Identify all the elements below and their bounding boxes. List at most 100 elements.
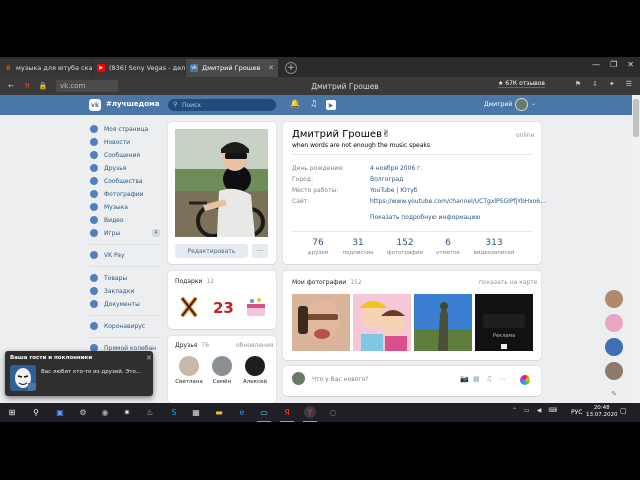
avatar[interactable] [605,290,623,308]
gift-cake-icon[interactable] [244,295,266,317]
notification-toast[interactable]: Ваша гости и поклонники ✕ Вас любит кто-… [5,351,153,396]
notifications-bell-icon[interactable]: 🔔 [290,99,300,108]
menu-item-my-page[interactable]: Моя страница [90,124,148,134]
play-icon[interactable]: ▶ [326,100,336,110]
search-input[interactable]: ⚲ Поиск [168,99,276,111]
stat-tags[interactable]: 6 отметок [424,238,472,256]
new-tab-button[interactable]: + [285,62,297,74]
music-icon[interactable]: ♫ [310,99,317,108]
menu-item-photos[interactable]: Фотографии [90,189,144,199]
brightness-app-icon[interactable]: ✷ [121,406,133,418]
edit-profile-button[interactable]: Редактировать [175,244,248,258]
keyboard-icon[interactable]: ⌨ [548,407,557,414]
menu-item-games[interactable]: Игры 4 [90,228,160,238]
windows-start-icon[interactable]: ⊞ [6,406,18,418]
network-icon[interactable]: ▭ [524,407,530,414]
scrollbar-thumb[interactable] [633,99,639,137]
url-field[interactable]: vk.com [56,80,118,92]
chevron-down-icon[interactable]: ⌄ [531,100,536,107]
restore-button[interactable]: ❐ [610,60,617,69]
video-thumbnail[interactable]: Реклама [475,294,533,351]
menu-item-messages[interactable]: Сообщения [90,150,140,160]
show-details-link[interactable]: Показать подробную информацию [370,214,480,221]
music-icon[interactable]: ♫ [486,375,492,383]
friend-item[interactable]: Светлана [175,356,203,385]
friend-item[interactable]: Семён [208,356,236,385]
yandex-app-icon[interactable]: Я [281,406,293,418]
skype-app-icon[interactable]: S [168,406,180,418]
city-value[interactable]: Волгоград [370,176,403,183]
menu-item-vkpay[interactable]: VK Pay [90,250,125,260]
video-editor-icon[interactable]: ▭ [258,406,270,418]
avatar[interactable] [515,98,528,111]
menu-item-goods[interactable]: Товары [90,273,127,283]
chevron-up-icon[interactable]: ⌃ [512,407,517,414]
new-post-input[interactable]: Что у Вас нового? [312,376,368,383]
more-actions-button[interactable]: ··· [252,244,268,258]
menu-icon[interactable]: ☰ [626,80,632,88]
stat-followers[interactable]: 31 подписчик [334,238,382,256]
menu-item-communities[interactable]: Сообщества [90,176,143,186]
menu-item-video[interactable]: Видео [90,215,124,225]
vk-brand[interactable]: #лучшедома [106,100,159,108]
vk-logo-icon[interactable]: vk [89,99,101,111]
yandex-home-icon[interactable]: Я [22,82,32,90]
close-tab-icon[interactable]: ✕ [268,64,274,72]
avatar[interactable] [605,362,623,380]
browser-tab[interactable]: Я музыка для ютуба скачать ✕ [0,59,92,77]
more-icon[interactable]: ⋯ [499,375,506,383]
menu-item-documents[interactable]: Документы [90,299,140,309]
close-window-button[interactable]: ✕ [627,60,634,69]
gifts-title[interactable]: Подарки 12 [175,278,214,285]
friend-item[interactable]: Алексей [241,356,269,385]
gift-23-icon[interactable]: 23 [212,296,234,318]
settings-app-icon[interactable]: ⚙ [77,406,89,418]
workplace-value[interactable]: YouTube | Ютуб [370,187,417,194]
yandex-browser-icon[interactable]: Y [304,406,316,418]
scrollbar[interactable] [632,95,640,403]
menu-item-coronavirus[interactable]: Коронавирус [90,321,145,331]
photos-title[interactable]: Мои фотографии 152 [292,279,362,286]
birthday-value[interactable]: 4 ноября 2006 г. [370,165,422,172]
show-on-map-link[interactable]: показать на карте [479,279,538,286]
app-icon[interactable]: ◌ [327,406,339,418]
bookmark-icon[interactable]: ⚑ [575,80,581,88]
stat-photos[interactable]: 152 фотографии [381,238,429,256]
photo-thumbnail[interactable] [414,294,472,351]
file-explorer-icon[interactable]: ▬ [213,406,225,418]
gift-ribbon-icon[interactable] [178,296,200,318]
menu-item-music[interactable]: Музыка [90,202,128,212]
menu-item-bookmarks[interactable]: Закладки [90,286,134,296]
friends-updates-link[interactable]: обновления [236,342,273,349]
avatar[interactable] [605,338,623,356]
close-icon[interactable]: ✕ [146,354,152,362]
downloads-icon[interactable]: ⇩ [592,80,598,88]
task-view-icon[interactable]: ▣ [54,406,66,418]
camera-icon[interactable]: 📷 [460,375,469,383]
browser-tab[interactable]: ▶ (836) Sony Vegas - делаем ✕ [93,59,185,77]
notifications-icon[interactable]: ▢ [620,407,627,415]
profile-photo[interactable] [175,129,268,237]
friends-title[interactable]: Друзья 76 [175,342,209,349]
photo-thumbnail[interactable] [292,294,350,351]
paint-app-icon[interactable]: ◉ [99,406,111,418]
profile-status[interactable]: when words are not enough the music spea… [292,142,430,149]
browser-tab-active[interactable]: vk Дмитрий Грошев ✕ [186,59,278,77]
search-icon[interactable]: ⚲ [30,406,42,418]
edge-browser-icon[interactable]: e [236,406,248,418]
calculator-app-icon[interactable]: ▦ [190,406,202,418]
reviews-badge[interactable]: ★ 67К отзывов [498,80,545,88]
website-link[interactable]: https://www.youtube.com/channel/UCTgxlPS… [370,198,546,205]
photo-thumbnail[interactable] [353,294,411,351]
language-indicator[interactable]: РУС [571,409,582,416]
avatar[interactable] [605,314,623,332]
add-chat-icon[interactable]: ✎ [606,390,622,400]
extensions-icon[interactable]: ✦ [609,80,615,88]
back-icon[interactable]: ← [6,82,16,90]
menu-item-news[interactable]: Новости [90,137,130,147]
steam-app-icon[interactable]: ♨ [144,406,156,418]
video-icon[interactable]: ▦ [473,375,480,383]
minimize-button[interactable]: — [592,60,600,69]
clock[interactable]: 20:48 13.07.2020 [586,405,618,419]
user-name[interactable]: Дмитрий [484,101,512,108]
